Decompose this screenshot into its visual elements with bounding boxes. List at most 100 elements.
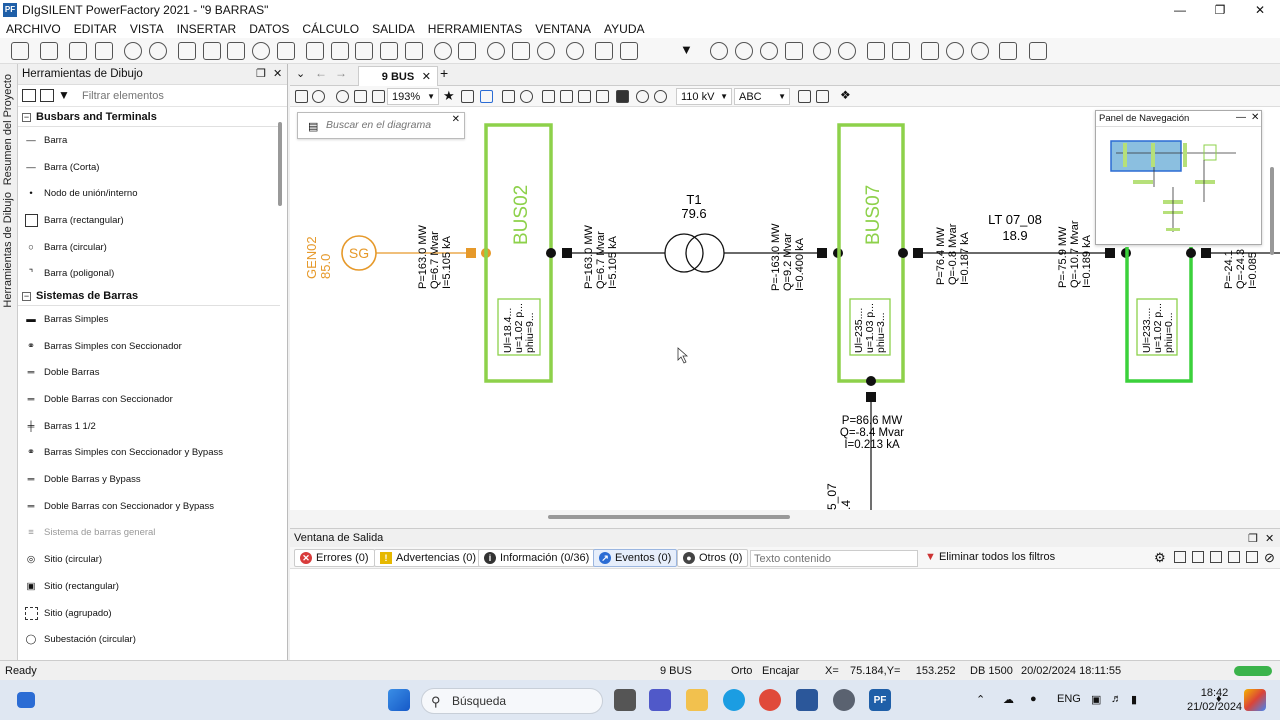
zoom-combo[interactable]: 193% ▼ [387,88,439,105]
transformer-t1[interactable]: T1 79.6 [664,192,725,273]
filter-info[interactable]: i Información (0/36) [478,549,596,567]
chart-icon[interactable] [785,42,803,60]
filter-icon[interactable]: ▼ [58,89,72,102]
close-icon[interactable]: ✕ [1240,0,1280,19]
forward-icon[interactable]: → [335,66,347,80]
flag-icon[interactable] [999,42,1017,60]
menu-herramientas[interactable]: HERRAMIENTAS [428,22,522,36]
binoculars-icon[interactable] [461,90,474,103]
lightning-icon[interactable] [227,42,245,60]
save-icon[interactable] [458,42,476,60]
tool-item[interactable]: Barra (rectangular) [18,207,280,234]
tool-item[interactable]: ⌝ Barra (poligonal) [18,260,280,287]
copilot-icon[interactable] [1244,689,1266,711]
edit-data-icon[interactable] [69,42,87,60]
project-icon[interactable] [11,42,29,60]
chevron-up-icon[interactable]: ⌃ [976,693,985,706]
tool-item[interactable]: — Barra [18,127,280,154]
binoculars-icon[interactable] [1246,551,1258,563]
gears-settings-icon[interactable] [838,42,856,60]
compare-icon[interactable] [380,42,398,60]
font-combo[interactable]: ABC ▼ [734,88,790,105]
grid-view-icon[interactable] [40,89,54,102]
report-icon[interactable] [306,42,324,60]
menu-editar[interactable]: EDITAR [74,22,117,36]
task-view-icon[interactable] [614,689,636,711]
menu-datos[interactable]: DATOS [249,22,289,36]
load-flow-icon[interactable] [178,42,196,60]
output-body[interactable] [290,569,1280,660]
system-clock[interactable]: 18:42 21/02/2024 [1187,686,1242,714]
filter-warnings[interactable]: ! Advertencias (0) [374,549,483,567]
output-search-input[interactable] [750,550,918,567]
notification-icon[interactable]: ♦ [1216,693,1222,705]
section-busbars[interactable]: − Busbars and Terminals [18,108,280,127]
minimize-icon[interactable]: — [1236,112,1246,123]
tool-item[interactable]: ◯ Subestación (circular) [18,626,280,653]
tool-item[interactable]: ╪ Barras 1 1/2 [18,413,280,440]
star-icon[interactable]: ★ [443,89,456,103]
list-view-icon[interactable] [22,89,36,102]
export-diagram-icon[interactable] [798,90,811,103]
busbar-bus07[interactable]: BUS07 Ul=235.... u=1.03 p... phiu=3... [837,123,905,383]
undo-icon[interactable] [537,42,555,60]
tab-drawing-tools[interactable]: Herramientas de Dibujo [2,192,14,308]
tab-close-icon[interactable]: ✕ [422,70,431,83]
tool-item[interactable]: ⚭ Barras Simples con Seccionador [18,333,280,360]
restore-icon[interactable]: ❐ [256,67,266,80]
gear-c-icon[interactable] [760,42,778,60]
busbar-bus08[interactable]: Ul=233.... u=1.02 p... phiu=0... [1125,247,1193,383]
arrows-icon[interactable]: ❖ [840,89,853,103]
save-icon[interactable] [1174,551,1186,563]
location-icon[interactable] [252,42,270,60]
cloud-icon[interactable]: ☁ [1003,693,1014,706]
minimize-icon[interactable]: — [1160,0,1200,19]
filter-input[interactable] [82,86,282,105]
network-data-icon[interactable] [95,42,113,60]
tool-item[interactable]: — Barra (Corta) [18,154,280,181]
word-icon[interactable] [796,689,818,711]
generator-gen02[interactable]: GEN02 85.0 SG [304,235,491,279]
copy-icon[interactable] [1192,551,1204,563]
tool-item[interactable]: ═ Doble Barras y Bypass [18,466,280,493]
menu-insertar[interactable]: INSERTAR [177,22,237,36]
tool-item[interactable]: ▣ Sitio (rectangular) [18,573,280,600]
app-icon[interactable] [833,689,855,711]
back-icon[interactable]: ← [315,66,327,80]
canvas-hscrollbar[interactable] [290,510,1280,528]
stop-icon[interactable] [487,42,505,60]
zoom-in-icon[interactable] [946,42,964,60]
powerfactory-taskbar-icon[interactable]: PF [869,689,891,711]
tab-9-bus[interactable]: 9 BUS ✕ [358,66,438,86]
tool-item[interactable]: ═ Doble Barras con Seccionador [18,386,280,413]
widgets-icon[interactable] [17,692,35,708]
chevron-down-icon[interactable]: ⌄ [296,67,305,80]
close-icon[interactable]: ✕ [1265,532,1274,545]
dropdown-triangle-icon[interactable]: ▼ [680,42,698,60]
edge-icon[interactable] [723,689,745,711]
section-bus-systems[interactable]: − Sistemas de Barras [18,287,280,307]
gear-b-icon[interactable] [735,42,753,60]
gear-a-icon[interactable] [710,42,728,60]
menu-ventana[interactable]: VENTANA [535,22,591,36]
target-view-icon[interactable] [480,90,493,103]
pf-version-icon[interactable] [1029,42,1047,60]
gear-icon[interactable]: ⚙ [1154,550,1166,566]
menu-vista[interactable]: VISTA [130,22,164,36]
microphone-icon[interactable]: ● [1030,693,1037,705]
network-icon[interactable]: ▣ [1091,693,1101,706]
panel-close-icon[interactable]: ✕ [273,67,282,80]
add-tab-icon[interactable]: + [440,65,448,81]
maximize-icon[interactable]: ❐ [1200,0,1240,19]
canvas-vscrollbar[interactable] [1270,167,1274,255]
fit-icon[interactable] [372,90,385,103]
scale-icon[interactable] [595,42,613,60]
select-icon[interactable] [502,90,515,103]
table-icon[interactable] [40,42,58,60]
short-circuit-icon[interactable] [203,42,221,60]
user-icon[interactable] [566,42,584,60]
menu-salida[interactable]: SALIDA [372,22,415,36]
export-icon[interactable] [867,42,885,60]
comment-icon[interactable] [520,90,533,103]
tool-item[interactable]: ═ Doble Barras [18,360,280,387]
